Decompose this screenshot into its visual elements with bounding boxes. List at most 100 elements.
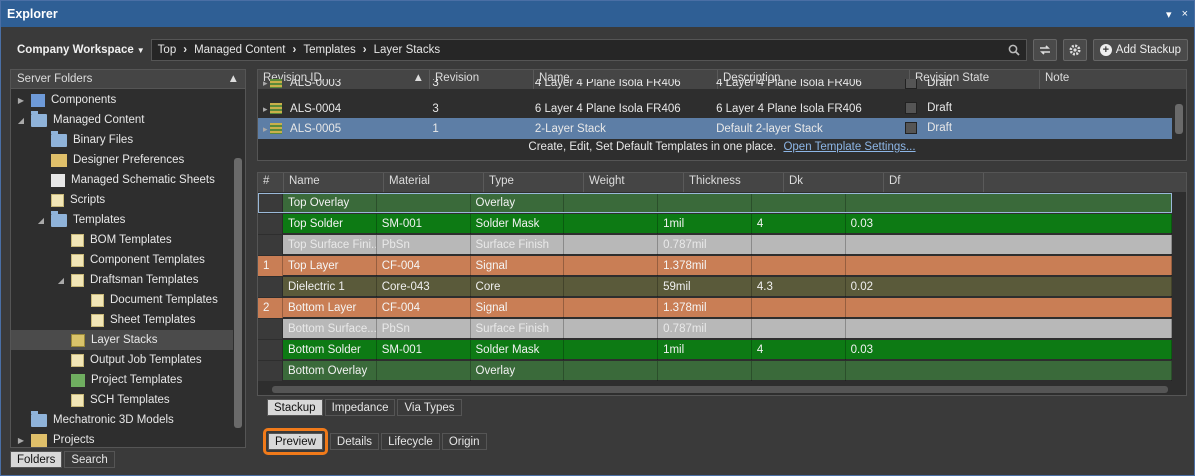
thickness-cell[interactable]: 1.378mil [658, 255, 752, 276]
layer-name-cell[interactable]: Top Solder [283, 213, 377, 234]
thickness-cell[interactable] [658, 360, 752, 381]
type-cell[interactable]: Signal [471, 255, 565, 276]
tree-item[interactable]: ▶ Components [11, 90, 233, 110]
number-cell[interactable] [258, 192, 283, 213]
dk-cell[interactable] [752, 192, 846, 213]
open-template-settings-link[interactable]: Open Template Settings... [783, 141, 915, 153]
thickness-cell[interactable] [658, 192, 752, 213]
type-cell[interactable]: Surface Finish [471, 234, 565, 255]
tab-origin[interactable]: Origin [441, 433, 487, 450]
material-cell[interactable]: SM-001 [377, 339, 471, 360]
layer-name-cell[interactable]: Top Layer [283, 255, 377, 276]
weight-cell[interactable] [564, 213, 659, 234]
dk-cell[interactable] [752, 234, 846, 255]
tree-item[interactable]: ▶ Projects [11, 430, 233, 448]
col-thickness[interactable]: Thickness [684, 173, 784, 192]
number-cell[interactable] [258, 276, 283, 297]
number-cell[interactable] [258, 234, 283, 255]
tree-item[interactable]: ◢ Draftsman Templates [11, 270, 233, 290]
sort-icon[interactable]: ▲ [228, 73, 239, 85]
tree-item[interactable]: Document Templates [11, 290, 233, 310]
weight-cell[interactable] [564, 318, 659, 339]
thickness-cell[interactable]: 0.787mil [658, 318, 752, 339]
breadcrumb[interactable]: Top › Managed Content › Templates › Layer S… [150, 39, 1027, 61]
layer-name-cell[interactable]: Bottom Overlay [283, 360, 377, 381]
weight-cell[interactable] [564, 192, 659, 213]
close-icon[interactable]: × [1182, 8, 1188, 21]
layer-row[interactable]: Bottom Solder SM-001 Solder Mask 1mil 4 0.03 [258, 339, 1172, 360]
dk-cell[interactable]: 4.3 [752, 276, 846, 297]
type-cell[interactable]: Overlay [471, 360, 565, 381]
layer-row[interactable]: Bottom Overlay Overlay [258, 360, 1172, 381]
breadcrumb-item[interactable]: Templates [303, 44, 355, 56]
tab-impedance[interactable]: Impedance [324, 399, 396, 416]
expand-arrow-icon[interactable]: ◢ [55, 276, 67, 285]
dk-cell[interactable] [752, 255, 846, 276]
col-layer-name[interactable]: Name [284, 173, 384, 192]
tree-item[interactable]: Sheet Templates [11, 310, 233, 330]
df-cell[interactable]: 0.02 [846, 276, 1172, 297]
col-df[interactable]: Df [884, 173, 984, 192]
thickness-cell[interactable]: 1mil [658, 213, 752, 234]
folder-tree-scrollbar[interactable] [233, 92, 243, 444]
layer-row[interactable]: Bottom Surface... PbSn Surface Finish 0.787… [258, 318, 1172, 339]
dk-cell[interactable] [752, 318, 846, 339]
number-cell[interactable] [258, 318, 283, 339]
tab-preview[interactable]: Preview [268, 433, 323, 450]
weight-cell[interactable] [564, 234, 659, 255]
number-cell[interactable] [258, 360, 283, 381]
workspace-selector[interactable]: Company Workspace ▼ [9, 44, 151, 56]
breadcrumb-item[interactable]: Managed Content [194, 44, 285, 56]
tree-item[interactable]: Output Job Templates [11, 350, 233, 370]
thickness-cell[interactable]: 59mil [658, 276, 752, 297]
weight-cell[interactable] [564, 276, 659, 297]
expand-arrow-icon[interactable]: ▶ [15, 96, 27, 105]
revision-row[interactable]: ▸ ALS-0005 1 2-Layer Stack Default 2-layer … [258, 118, 1172, 139]
layer-row[interactable]: 2 Bottom Layer CF-004 Signal 1.378mil [258, 297, 1172, 318]
tree-item[interactable]: Binary Files [11, 130, 233, 150]
type-cell[interactable]: Core [471, 276, 565, 297]
df-cell[interactable] [846, 360, 1172, 381]
tree-item[interactable]: ◢ Managed Content [11, 110, 233, 130]
thickness-cell[interactable]: 0.787mil [658, 234, 752, 255]
material-cell[interactable]: PbSn [377, 318, 471, 339]
dk-cell[interactable] [752, 297, 846, 318]
refresh-button[interactable] [1032, 39, 1057, 61]
type-cell[interactable]: Overlay [471, 192, 565, 213]
tab-stackup[interactable]: Stackup [267, 399, 323, 416]
df-cell[interactable] [846, 234, 1172, 255]
layer-row[interactable]: Top Overlay Overlay [258, 192, 1172, 213]
layer-row[interactable]: Top Solder SM-001 Solder Mask 1mil 4 0.03 [258, 213, 1172, 234]
material-cell[interactable]: PbSn [377, 234, 471, 255]
scrollbar-thumb[interactable] [272, 386, 1168, 393]
layer-stack-hscrollbar[interactable] [260, 385, 1184, 394]
breadcrumb-item[interactable]: Top [158, 44, 177, 56]
df-cell[interactable] [846, 192, 1172, 213]
expand-arrow-icon[interactable]: ▶ [15, 436, 27, 445]
material-cell[interactable] [377, 360, 471, 381]
settings-button[interactable] [1062, 39, 1087, 61]
expand-arrow-icon[interactable]: ▸ [263, 104, 270, 114]
weight-cell[interactable] [564, 297, 659, 318]
material-cell[interactable]: SM-001 [377, 213, 471, 234]
thickness-cell[interactable]: 1mil [658, 339, 752, 360]
weight-cell[interactable] [564, 339, 659, 360]
expand-arrow-icon[interactable]: ◢ [35, 216, 47, 225]
layer-row[interactable]: 1 Top Layer CF-004 Signal 1.378mil [258, 255, 1172, 276]
tree-item[interactable]: BOM Templates [11, 230, 233, 250]
expand-arrow-icon[interactable]: ◢ [15, 116, 27, 125]
layer-name-cell[interactable]: Dielectric 1 [283, 276, 377, 297]
dk-cell[interactable]: 4 [752, 213, 846, 234]
expand-arrow-icon[interactable]: ▸ [263, 124, 270, 134]
col-dk[interactable]: Dk [784, 173, 884, 192]
scrollbar-thumb[interactable] [1175, 104, 1183, 134]
search-icon[interactable] [1008, 44, 1020, 56]
dk-cell[interactable] [752, 360, 846, 381]
layer-row[interactable]: Dielectric 1 Core-043 Core 59mil 4.3 0.02 [258, 276, 1172, 297]
number-cell[interactable] [258, 339, 283, 360]
thickness-cell[interactable]: 1.378mil [658, 297, 752, 318]
col-number[interactable]: # [258, 173, 284, 192]
layer-name-cell[interactable]: Top Surface Fini... [283, 234, 377, 255]
tree-item[interactable]: Designer Preferences [11, 150, 233, 170]
tree-item[interactable]: ◢ Templates [11, 210, 233, 230]
